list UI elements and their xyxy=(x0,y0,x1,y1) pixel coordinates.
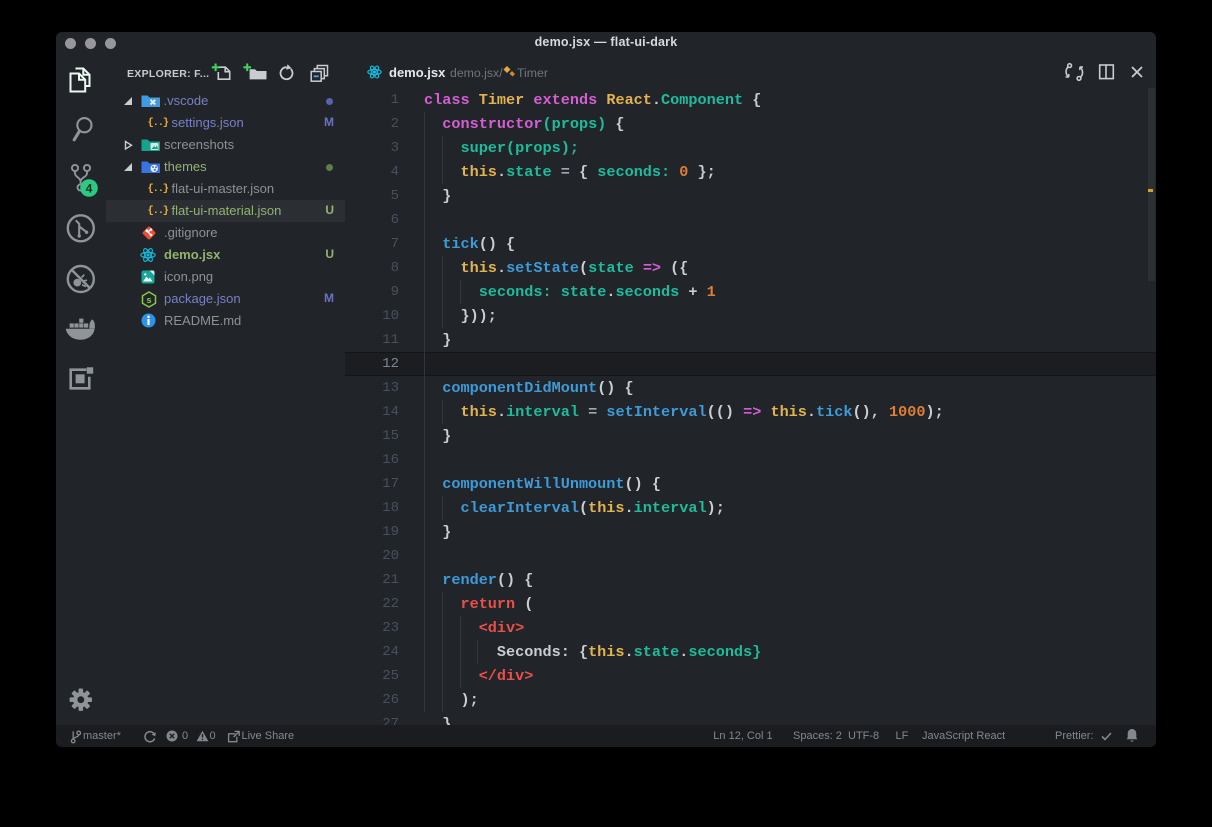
svg-text:s: s xyxy=(146,295,151,305)
svg-text:4: 4 xyxy=(86,182,93,196)
